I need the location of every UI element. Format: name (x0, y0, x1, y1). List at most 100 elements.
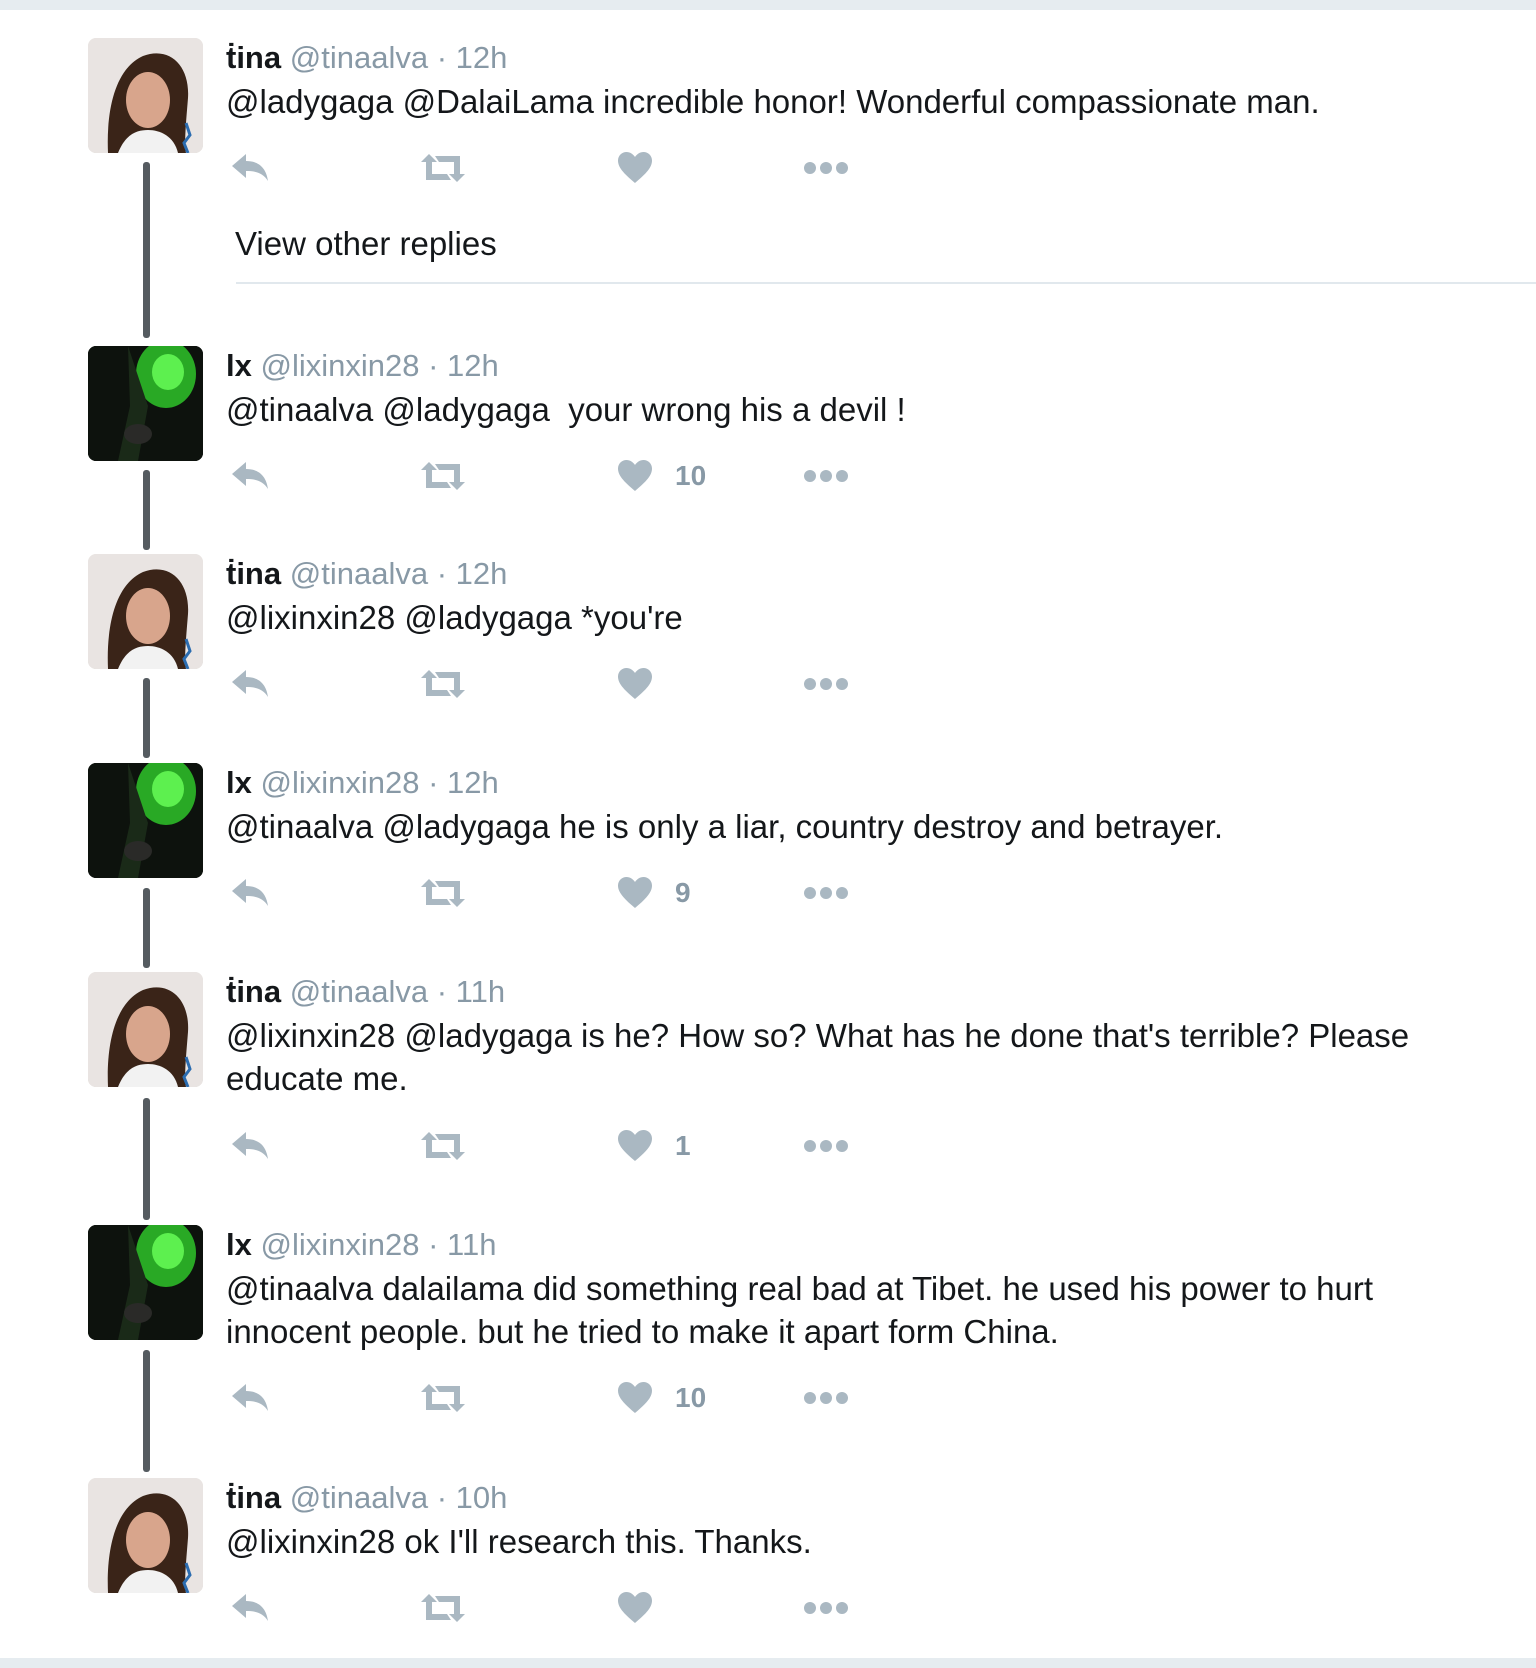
timestamp[interactable]: 12h (447, 348, 499, 383)
avatar-tina[interactable] (88, 38, 203, 153)
thread-line (143, 678, 150, 758)
thread-line (143, 888, 150, 968)
reply-button[interactable] (230, 1376, 270, 1420)
avatar-lx[interactable] (88, 1225, 203, 1340)
retweet-icon (421, 670, 465, 698)
avatar-lx[interactable] (88, 346, 203, 461)
timestamp[interactable]: 10h (456, 1480, 508, 1515)
separator-dot: · (436, 556, 448, 591)
avatar-tina[interactable] (88, 972, 203, 1087)
retweet-icon (421, 154, 465, 182)
heart-icon (618, 1592, 652, 1623)
tweet-header: lx @lixinxin28 · 12h (226, 346, 499, 386)
like-button[interactable]: 10 (617, 1376, 706, 1420)
retweet-button[interactable] (419, 871, 467, 915)
retweet-icon (421, 462, 465, 490)
more-dots-icon (804, 1392, 848, 1404)
retweet-button[interactable] (419, 1376, 467, 1420)
more-button[interactable] (803, 454, 849, 498)
reply-icon (232, 879, 268, 906)
tweet-header: ṫina @tinaalva · 12h (226, 38, 507, 78)
more-button[interactable] (803, 1586, 849, 1630)
tweet-header: lx @lixinxin28 · 11h (226, 1225, 496, 1265)
user-handle[interactable]: @lixinxin28 (260, 765, 419, 800)
more-button[interactable] (803, 871, 849, 915)
separator-dot: · (428, 348, 439, 383)
more-dots-icon (804, 887, 848, 899)
reply-button[interactable] (230, 146, 270, 190)
tweet-actions: 10 (226, 454, 876, 498)
avatar-lx[interactable] (88, 763, 203, 878)
display-name[interactable]: ṫina (226, 40, 281, 75)
reply-button[interactable] (230, 871, 270, 915)
reply-button[interactable] (230, 1586, 270, 1630)
separator-dot: · (436, 40, 448, 75)
tweet-header: ṫina @tinaalva · 12h (226, 554, 507, 594)
tweet-text: @lixinxin28 @ladygaga is he? How so? Wha… (226, 1017, 1410, 1097)
user-handle[interactable]: @lixinxin28 (260, 348, 419, 383)
retweet-button[interactable] (419, 1586, 467, 1630)
view-other-replies-link[interactable]: View other replies (235, 222, 497, 266)
like-button[interactable] (617, 146, 675, 190)
divider (236, 282, 1536, 284)
reply-button[interactable] (230, 1124, 270, 1168)
retweet-button[interactable] (419, 662, 467, 706)
like-button[interactable]: 10 (617, 454, 706, 498)
display-name[interactable]: lx (226, 765, 252, 800)
tweet-text: @lixinxin28 ok I'll research this. Thank… (226, 1523, 812, 1560)
heart-icon (618, 460, 652, 491)
display-name[interactable]: ṫina (226, 556, 281, 591)
tweet-actions: 10 (226, 1376, 876, 1420)
like-button[interactable]: 9 (617, 871, 691, 915)
timestamp[interactable]: 12h (447, 765, 499, 800)
more-button[interactable] (803, 1376, 849, 1420)
user-handle[interactable]: @lixinxin28 (260, 1227, 419, 1262)
like-count: 1 (675, 1130, 691, 1161)
timestamp[interactable]: 12h (456, 40, 508, 75)
reply-button[interactable] (230, 662, 270, 706)
tweet-actions (226, 1586, 876, 1630)
user-handle[interactable]: @tinaalva (290, 40, 428, 75)
like-button[interactable] (617, 662, 675, 706)
more-dots-icon (804, 1140, 848, 1152)
user-handle[interactable]: @tinaalva (290, 556, 428, 591)
like-button[interactable] (617, 1586, 675, 1630)
reply-button[interactable] (230, 454, 270, 498)
more-button[interactable] (803, 1124, 849, 1168)
user-handle[interactable]: @tinaalva (290, 974, 428, 1009)
timestamp[interactable]: 11h (447, 1227, 496, 1262)
reply-icon (232, 1132, 268, 1159)
retweet-button[interactable] (419, 1124, 467, 1168)
tweet-text: @ladygaga @DalaiLama incredible honor! W… (226, 83, 1320, 120)
timestamp[interactable]: 12h (456, 556, 508, 591)
like-count: 10 (675, 460, 707, 491)
retweet-button[interactable] (419, 146, 467, 190)
heart-icon (618, 668, 652, 699)
more-button[interactable] (803, 146, 849, 190)
like-count: 10 (675, 1382, 707, 1413)
user-handle[interactable]: @tinaalva (290, 1480, 428, 1515)
more-dots-icon (804, 1602, 848, 1614)
reply-icon (232, 462, 268, 489)
tweet-actions (226, 146, 876, 190)
display-name[interactable]: lx (226, 348, 252, 383)
tweet-header: ṫina @tinaalva · 11h (226, 972, 505, 1012)
thread-line (143, 1098, 150, 1220)
display-name[interactable]: lx (226, 1227, 252, 1262)
display-name[interactable]: ṫina (226, 1480, 281, 1515)
retweet-button[interactable] (419, 454, 467, 498)
more-dots-icon (804, 162, 848, 174)
bottom-border (0, 1658, 1536, 1668)
like-button[interactable]: 1 (617, 1124, 691, 1168)
avatar-tina[interactable] (88, 554, 203, 669)
tweet-text: @tinaalva dalailama did something real b… (226, 1270, 1374, 1350)
more-dots-icon (804, 678, 848, 690)
display-name[interactable]: ṫina (226, 974, 281, 1009)
more-button[interactable] (803, 662, 849, 706)
heart-icon (618, 152, 652, 183)
avatar-tina[interactable] (88, 1478, 203, 1593)
tweet-actions (226, 662, 876, 706)
heart-icon (618, 1130, 652, 1161)
tweet-actions: 9 (226, 871, 876, 915)
timestamp[interactable]: 11h (456, 974, 505, 1009)
